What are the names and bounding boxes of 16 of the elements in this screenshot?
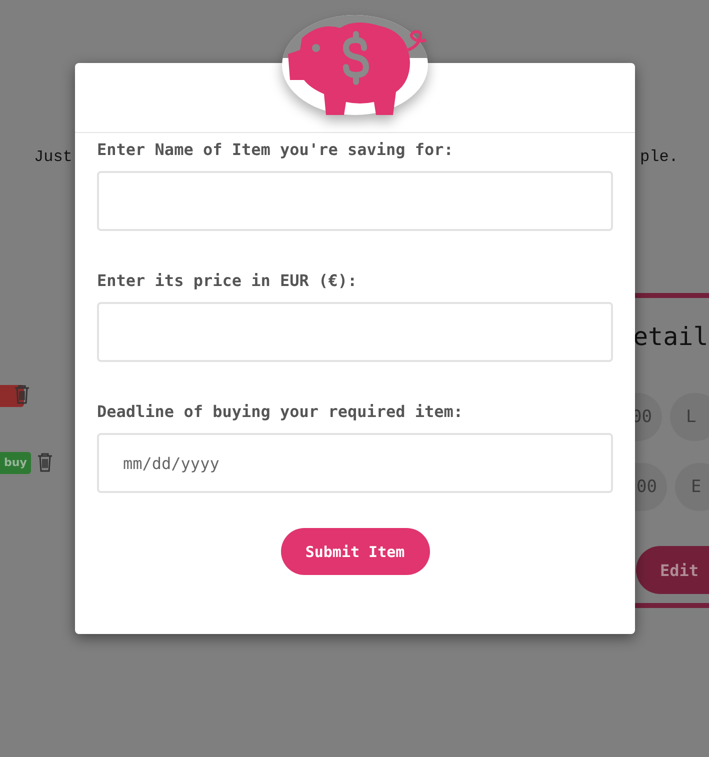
value-pill: L	[670, 393, 709, 441]
trash-icon[interactable]	[14, 384, 30, 404]
submit-button[interactable]: Submit Item	[280, 528, 430, 575]
input-field[interactable]: mm/dd/yyyy	[97, 433, 613, 493]
intro-text: ple.	[640, 148, 678, 166]
status-badge[interactable]: buy	[0, 452, 31, 474]
trash-icon[interactable]	[37, 452, 53, 472]
field-label: Deadline of buying your required item:	[97, 402, 464, 421]
field-label: Enter its price in EUR (€):	[97, 271, 358, 290]
input-field[interactable]	[97, 302, 613, 362]
edit-button[interactable]: Edit	[636, 546, 709, 594]
card-title: etail	[633, 322, 708, 351]
intro-text: Just	[34, 148, 72, 166]
value-pill: E	[675, 463, 709, 511]
field-label: Enter Name of Item you're saving for:	[97, 140, 454, 159]
input-field[interactable]	[97, 171, 613, 231]
